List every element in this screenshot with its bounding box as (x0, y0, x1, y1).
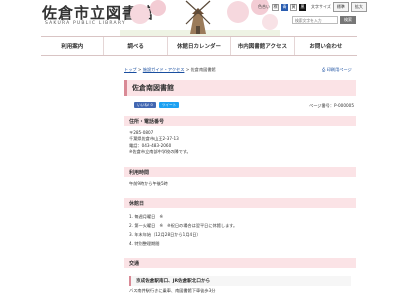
print-page-label: 印刷用ページ (326, 67, 352, 72)
page-title: 佐倉南図書館 (124, 80, 356, 96)
tweet-button[interactable]: ツイート (159, 102, 179, 108)
access-sub-heading: 京成佐倉駅南口、JR佐倉駅北口から (129, 276, 351, 286)
font-standard-button[interactable]: 標準 (332, 2, 349, 12)
closed-day-item: 1. 毎週月曜日 ※ (129, 214, 163, 219)
social-share: いいね! 0 ツイート (134, 102, 179, 108)
breadcrumb-facility-link[interactable]: 施設ガイド・アクセス (143, 67, 185, 72)
access-text: バス南井駅行きに乗車、南図書館下車徒歩3分 (129, 288, 216, 293)
closed-day-item: 2. 第一火曜日 ※ ※祝日の場合は翌平日に休館します。 (129, 223, 238, 228)
color-yellow-button[interactable]: 黄 (290, 3, 297, 11)
closed-days-section: 休館日 1. 毎週月曜日 ※ 2. 第一火曜日 ※ ※祝日の場合は翌平日に休館し… (124, 198, 356, 248)
search-button[interactable]: 検索 (340, 16, 356, 24)
closed-day-item: 3. 年末年始（12月28日から1月4日） (129, 232, 201, 237)
printer-icon: ⎙ (322, 67, 326, 72)
font-large-button[interactable]: 拡大 (350, 2, 367, 12)
nav-closed-calendar[interactable]: 休館日カレンダー (166, 37, 230, 55)
display-settings-bar: 色合い 標 青 黄 黒 文字サイズ 標準 拡大 (258, 2, 367, 12)
windmill-scenery-image (120, 0, 280, 36)
nav-contact[interactable]: お問い合わせ (293, 37, 357, 55)
page-number: ページ番号：P-000005 (309, 103, 354, 108)
site-header: 佐倉市立図書館 SAKURA PUBLIC LIBRARY 色合い 標 青 黄 … (0, 0, 400, 36)
address-section: 住所・電話番号 〒285-0807 千葉県佐倉市山王2-37-13 電話：043… (124, 116, 356, 156)
address-heading: 住所・電話番号 (124, 116, 356, 126)
access-section: 交通 京成佐倉駅南口、JR佐倉駅北口から バス南井駅行きに乗車、南図書館下車徒歩… (124, 258, 356, 294)
site-logo-subtitle: SAKURA PUBLIC LIBRARY (45, 21, 126, 26)
breadcrumb-top-link[interactable]: トップ (124, 67, 137, 72)
closed-days-heading: 休館日 (124, 198, 356, 208)
nav-library-access[interactable]: 市内図書館アクセス (230, 37, 293, 55)
hours-heading: 利用時間 (124, 167, 356, 177)
global-nav: 利用案内 調べる 休館日カレンダー 市内図書館アクセス お問い合わせ (41, 36, 357, 56)
hours-text: 午前9時から午後5時 (129, 181, 168, 186)
nav-usage-guide[interactable]: 利用案内 (41, 37, 103, 55)
color-blue-button[interactable]: 青 (281, 3, 288, 11)
font-size-label: 文字サイズ (311, 4, 331, 9)
facebook-like-button[interactable]: いいね! 0 (134, 102, 156, 108)
breadcrumb: トップ > 施設ガイド・アクセス > 佐倉南図書館 (124, 67, 216, 73)
color-standard-button[interactable]: 標 (272, 3, 279, 11)
color-black-button[interactable]: 黒 (299, 3, 306, 11)
breadcrumb-current: 佐倉南図書館 (190, 67, 216, 72)
access-heading: 交通 (124, 258, 356, 268)
site-search-input[interactable] (292, 16, 338, 24)
hours-section: 利用時間 午前9時から午後5時 (124, 167, 356, 187)
closed-day-item: 4. 特別整理期間 (129, 241, 160, 246)
nav-research[interactable]: 調べる (103, 37, 166, 55)
address-note: ※佐倉市立南部中学校の隣です。 (129, 149, 191, 155)
color-setting-label: 色合い (258, 4, 270, 9)
print-page-link[interactable]: ⎙ 印刷用ページ (322, 67, 352, 73)
main-content: 佐倉南図書館 いいね! 0 ツイート ページ番号：P-000005 住所・電話番… (124, 80, 356, 300)
